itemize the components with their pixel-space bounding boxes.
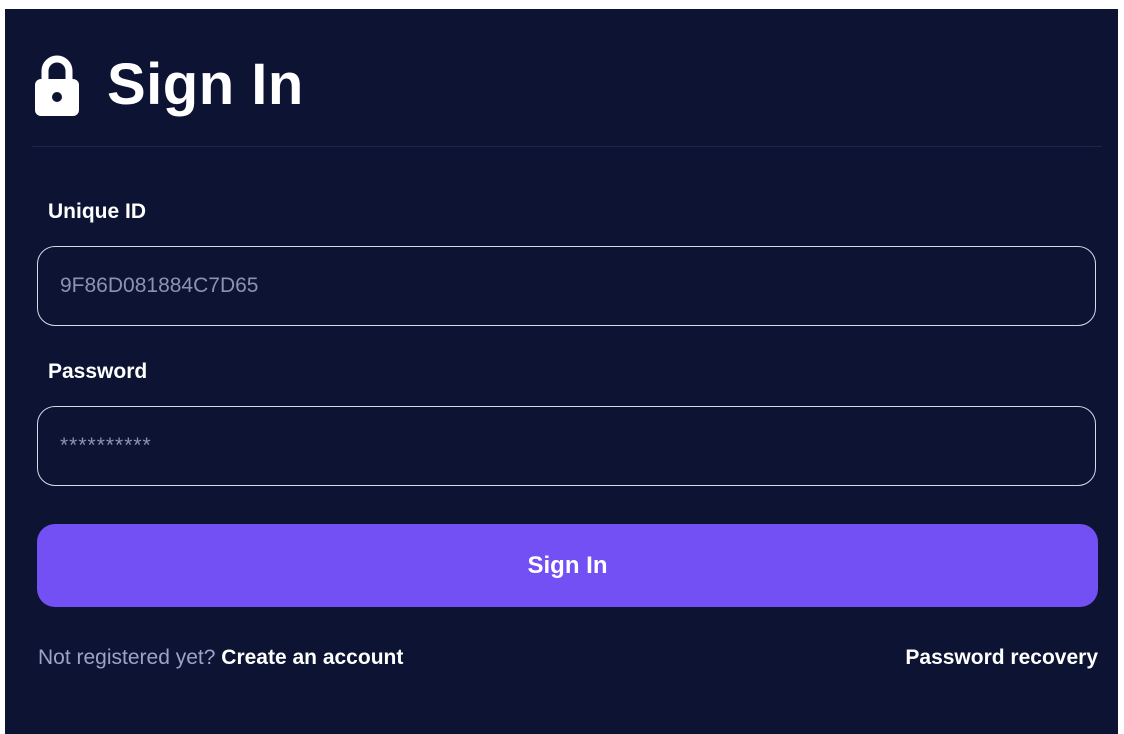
- footer: Not registered yet? Create an account Pa…: [38, 646, 1098, 670]
- divider: [32, 146, 1102, 147]
- password-input[interactable]: [37, 406, 1096, 486]
- sign-in-button[interactable]: Sign In: [37, 524, 1098, 607]
- create-account-link[interactable]: Create an account: [221, 646, 403, 669]
- not-registered-text: Not registered yet?: [38, 646, 216, 669]
- register-prompt: Not registered yet? Create an account: [38, 646, 403, 670]
- lock-icon: [35, 55, 79, 116]
- password-label: Password: [48, 360, 148, 383]
- sign-in-panel: Sign In Unique ID Password Sign In Not r…: [5, 9, 1118, 734]
- unique-id-input[interactable]: [37, 246, 1096, 326]
- page-title: Sign In: [107, 52, 304, 117]
- unique-id-label: Unique ID: [48, 200, 146, 223]
- header: Sign In: [35, 54, 304, 116]
- password-recovery-link[interactable]: Password recovery: [905, 646, 1098, 670]
